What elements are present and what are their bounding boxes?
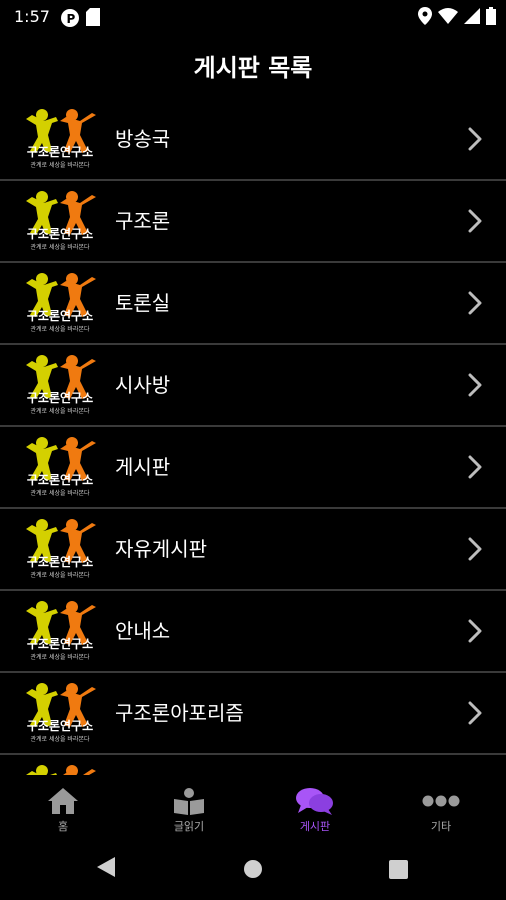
system-nav-bar (0, 835, 506, 900)
tab-boards[interactable]: 게시판 (252, 775, 378, 835)
gujoron-logo-icon: 구조론연구소 관계로 세상을 바라본다 (26, 109, 96, 169)
cell-signal-icon (464, 8, 480, 24)
tab-home[interactable]: 홈 (0, 775, 126, 835)
chevron-right-icon (468, 373, 482, 397)
status-time: 1:57 (14, 7, 50, 26)
gujoron-logo-icon: 구조론연구소 관계로 세상을 바라본다 (26, 765, 96, 775)
board-item-label: 자유게시판 (115, 537, 207, 561)
sd-card-icon (86, 8, 100, 26)
chevron-right-icon (468, 291, 482, 315)
back-icon[interactable] (95, 855, 117, 879)
board-item[interactable]: 구조론연구소 관계로 세상을 바라본다 자유게시판 (0, 509, 506, 591)
status-bar: 1:57 P (0, 0, 506, 34)
board-item-label: 방송국 (115, 127, 171, 151)
location-icon (418, 7, 432, 25)
gujoron-logo-icon: 구조론연구소 관계로 세상을 바라본다 (26, 355, 96, 415)
tab-more-label: 기타 (430, 820, 452, 833)
page-title: 게시판 목록 (193, 54, 313, 82)
board-item[interactable]: 구조론연구소 관계로 세상을 바라본다 토론실 (0, 263, 506, 345)
chevron-right-icon (468, 455, 482, 479)
board-item[interactable]: 구조론연구소 관계로 세상을 바라본다 게시판 (0, 427, 506, 509)
svg-text:관계로 세상을 바라본다: 관계로 세상을 바라본다 (30, 735, 89, 743)
svg-text:관계로 세상을 바라본다: 관계로 세상을 바라본다 (30, 489, 89, 497)
tab-reader-label: 글읽기 (173, 820, 205, 833)
svg-text:구조론연구소: 구조론연구소 (27, 554, 93, 569)
gujoron-logo-icon: 구조론연구소 관계로 세상을 바라본다 (26, 191, 96, 251)
gujoron-logo-icon: 구조론연구소 관계로 세상을 바라본다 (26, 519, 96, 579)
reader-icon (174, 788, 204, 815)
chevron-right-icon (468, 619, 482, 643)
board-item[interactable]: 구조론연구소 관계로 세상을 바라본다 안내소 (0, 591, 506, 673)
chevron-right-icon (468, 537, 482, 561)
board-item[interactable]: 구조론연구소 관계로 세상을 바라본다 구조론아포리즘 (0, 673, 506, 755)
svg-text:구조론연구소: 구조론연구소 (27, 390, 93, 405)
board-item-label: 구조론아포리즘 (115, 701, 244, 725)
board-item[interactable]: 구조론연구소 관계로 세상을 바라본다 시사방 (0, 345, 506, 427)
tab-more[interactable]: 기타 (378, 775, 504, 835)
gujoron-logo-icon: 구조론연구소 관계로 세상을 바라본다 (26, 683, 96, 743)
bottom-tab-bar: 홈 글읽기 게시판 기타 (0, 775, 506, 835)
svg-text:관계로 세상을 바라본다: 관계로 세상을 바라본다 (30, 571, 89, 579)
svg-text:관계로 세상을 바라본다: 관계로 세상을 바라본다 (30, 325, 89, 333)
board-item[interactable]: 구조론연구소 관계로 세상을 바라본다 방송국 (0, 99, 506, 181)
recents-icon[interactable] (389, 860, 408, 879)
svg-text:구조론연구소: 구조론연구소 (27, 226, 93, 241)
gujoron-logo-icon: 구조론연구소 관계로 세상을 바라본다 (26, 273, 96, 333)
svg-text:구조론연구소: 구조론연구소 (27, 308, 93, 323)
svg-text:관계로 세상을 바라본다: 관계로 세상을 바라본다 (30, 161, 89, 169)
gujoron-logo-icon: 구조론연구소 관계로 세상을 바라본다 (26, 437, 96, 497)
app-notification-icon: P (61, 9, 79, 27)
svg-text:구조론연구소: 구조론연구소 (27, 636, 93, 651)
chat-bubbles-icon (296, 788, 333, 815)
board-item-label: 시사방 (115, 373, 171, 397)
more-icon (422, 795, 460, 807)
tab-reader[interactable]: 글읽기 (126, 775, 252, 835)
battery-icon (486, 7, 496, 25)
tab-boards-label: 게시판 (299, 820, 331, 833)
board-item-label: 구조론 (115, 209, 171, 233)
wifi-icon (438, 8, 458, 24)
board-item[interactable]: 구조론연구소 관계로 세상을 바라본다 (0, 755, 506, 775)
svg-text:관계로 세상을 바라본다: 관계로 세상을 바라본다 (30, 243, 89, 251)
chevron-right-icon (468, 701, 482, 725)
board-list[interactable]: 구조론연구소 관계로 세상을 바라본다 방송국 구조론연구소 관계로 세상을 바… (0, 99, 506, 775)
board-item-label: 토론실 (115, 291, 171, 315)
svg-text:P: P (67, 12, 76, 26)
board-item-label: 게시판 (115, 455, 171, 479)
home-icon (48, 788, 78, 814)
board-item[interactable]: 구조론연구소 관계로 세상을 바라본다 구조론 (0, 181, 506, 263)
chevron-right-icon (468, 127, 482, 151)
gujoron-logo-icon: 구조론연구소 관계로 세상을 바라본다 (26, 601, 96, 661)
svg-text:관계로 세상을 바라본다: 관계로 세상을 바라본다 (30, 653, 89, 661)
svg-text:관계로 세상을 바라본다: 관계로 세상을 바라본다 (30, 407, 89, 415)
svg-text:구조론연구소: 구조론연구소 (27, 144, 93, 159)
chevron-right-icon (468, 209, 482, 233)
home-button-icon[interactable] (243, 859, 263, 879)
svg-text:구조론연구소: 구조론연구소 (27, 718, 93, 733)
tab-home-label: 홈 (57, 820, 69, 833)
svg-text:구조론연구소: 구조론연구소 (27, 472, 93, 487)
board-item-label: 안내소 (115, 619, 171, 643)
